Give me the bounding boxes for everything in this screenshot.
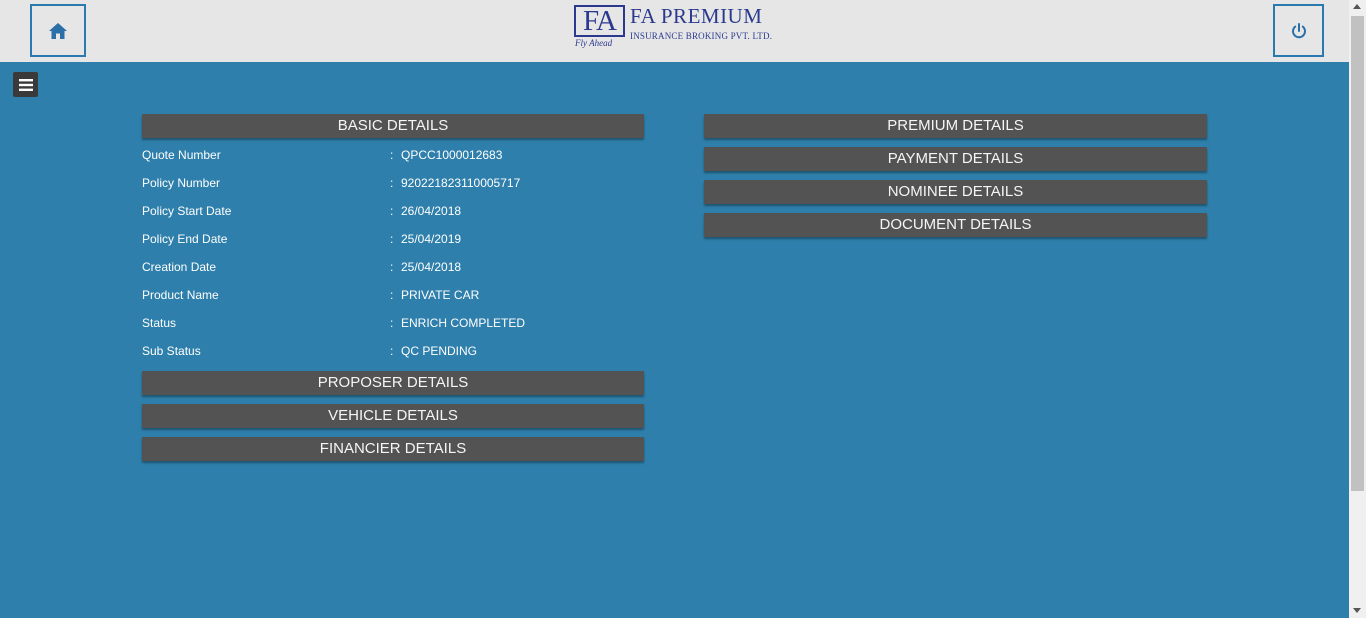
vertical-scrollbar[interactable]: [1349, 0, 1366, 618]
hamburger-menu-icon: [18, 78, 33, 91]
payment-details-header[interactable]: PAYMENT DETAILS: [704, 147, 1207, 171]
detail-label: Policy Number: [142, 176, 221, 190]
detail-label: Sub Status: [142, 344, 201, 358]
detail-label: Policy End Date: [142, 232, 228, 246]
logout-button[interactable]: [1273, 4, 1324, 57]
detail-value: 25/04/2018: [401, 260, 462, 274]
menu-toggle-button[interactable]: [13, 72, 38, 97]
detail-colon: :: [390, 288, 394, 302]
logo-subtitle: INSURANCE BROKING PVT. LTD.: [630, 31, 773, 41]
detail-value: 920221823110005717: [401, 176, 521, 190]
detail-colon: :: [390, 260, 394, 274]
detail-value: ENRICH COMPLETED: [401, 316, 526, 330]
scroll-down-arrow-icon[interactable]: [1353, 608, 1361, 613]
logo-mark: FA Fly Ahead: [574, 5, 626, 48]
detail-value: 26/04/2018: [401, 204, 462, 218]
detail-label: Product Name: [142, 288, 219, 302]
logo-title: FA PREMIUM: [630, 4, 763, 28]
power-icon: [1291, 22, 1306, 38]
logo-tagline: Fly Ahead: [575, 38, 613, 48]
home-icon: [49, 22, 67, 39]
scroll-up-arrow-icon[interactable]: [1353, 4, 1361, 9]
company-logo: FA Fly Ahead FA PREMIUM INSURANCE BROKIN…: [574, 5, 772, 49]
basic-details-header[interactable]: BASIC DETAILS: [142, 114, 644, 138]
detail-label: Creation Date: [142, 260, 217, 274]
nominee-details-header[interactable]: NOMINEE DETAILS: [704, 180, 1207, 204]
detail-colon: :: [390, 204, 394, 218]
detail-colon: :: [390, 148, 394, 162]
financier-details-header[interactable]: FINANCIER DETAILS: [142, 437, 644, 461]
logo-mark-text: FA: [574, 5, 625, 37]
detail-value: PRIVATE CAR: [401, 288, 480, 302]
detail-label: Policy Start Date: [142, 204, 232, 218]
detail-colon: :: [390, 316, 394, 330]
detail-value: QPCC1000012683: [401, 148, 503, 162]
vehicle-details-header[interactable]: VEHICLE DETAILS: [142, 404, 644, 428]
top-header: FA Fly Ahead FA PREMIUM INSURANCE BROKIN…: [0, 0, 1349, 62]
detail-value: QC PENDING: [401, 344, 478, 358]
scrollbar-thumb[interactable]: [1351, 16, 1364, 491]
premium-details-header[interactable]: PREMIUM DETAILS: [704, 114, 1207, 138]
proposer-details-header[interactable]: PROPOSER DETAILS: [142, 371, 644, 395]
detail-colon: :: [390, 232, 394, 246]
detail-colon: :: [390, 176, 394, 190]
home-button[interactable]: [30, 4, 86, 57]
logo-text: FA PREMIUM INSURANCE BROKING PVT. LTD.: [630, 5, 772, 41]
detail-colon: :: [390, 344, 394, 358]
detail-value: 25/04/2019: [401, 232, 462, 246]
detail-label: Status: [142, 316, 177, 330]
document-details-header[interactable]: DOCUMENT DETAILS: [704, 213, 1207, 237]
detail-label: Quote Number: [142, 148, 221, 162]
